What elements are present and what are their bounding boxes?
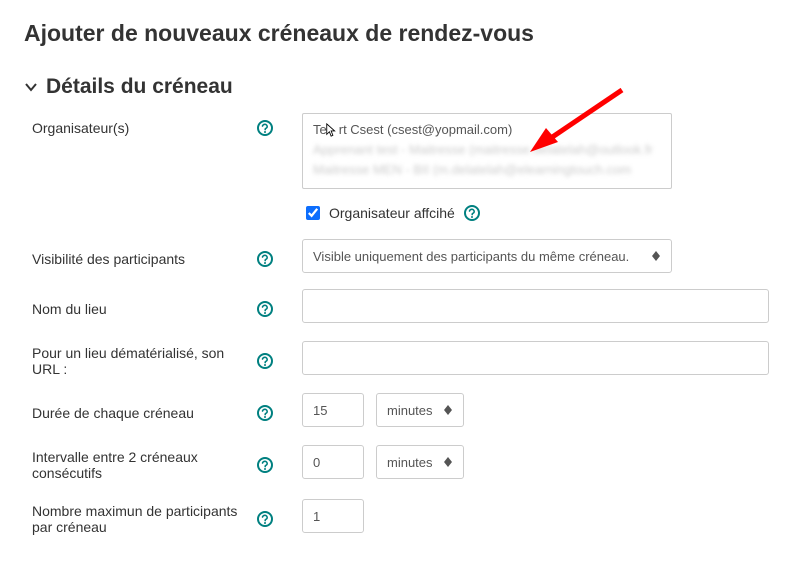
location-name-input[interactable] bbox=[302, 289, 769, 323]
help-icon[interactable] bbox=[256, 250, 274, 268]
organiser-displayed-label: Organisateur affcihé bbox=[329, 205, 455, 221]
visibility-selected: Visible uniquement des participants du m… bbox=[313, 249, 629, 264]
location-url-label: Pour un lieu dématérialisé, son URL : bbox=[32, 345, 252, 377]
visibility-select[interactable]: Visible uniquement des participants du m… bbox=[302, 239, 672, 273]
cursor-icon bbox=[325, 123, 339, 139]
section-title: Détails du créneau bbox=[46, 75, 233, 99]
interval-value-input[interactable] bbox=[302, 445, 364, 479]
organisers-label: Organisateur(s) bbox=[32, 120, 252, 136]
section-toggle[interactable]: Détails du créneau bbox=[24, 75, 779, 99]
max-participants-label: Nombre maximun de participants par créne… bbox=[32, 503, 252, 535]
organiser-0-text: rt Csest (csest@yopmail.com) bbox=[339, 122, 513, 137]
chevron-down-icon bbox=[24, 80, 38, 94]
help-icon[interactable] bbox=[256, 456, 274, 474]
organiser-entry: Tert Csest (csest@yopmail.com) bbox=[313, 120, 661, 140]
organiser-entry: Apprenant test - Maitresse (maitresse.de… bbox=[313, 140, 661, 160]
help-icon[interactable] bbox=[256, 352, 274, 370]
help-icon[interactable] bbox=[256, 119, 274, 137]
sort-arrows-icon bbox=[443, 405, 453, 415]
duration-label: Durée de chaque créneau bbox=[32, 405, 252, 421]
sort-arrows-icon bbox=[443, 457, 453, 467]
organisers-input[interactable]: Tert Csest (csest@yopmail.com) Apprenant… bbox=[302, 113, 672, 189]
interval-unit-select[interactable]: minutes bbox=[376, 445, 464, 479]
help-icon[interactable] bbox=[256, 510, 274, 528]
interval-unit-selected: minutes bbox=[387, 455, 433, 470]
sort-arrows-icon bbox=[651, 251, 661, 261]
organiser-entry: Maitresse MEN - BII (m.delatelah@elearni… bbox=[313, 160, 661, 180]
help-icon[interactable] bbox=[256, 404, 274, 422]
organiser-displayed-checkbox[interactable] bbox=[306, 206, 320, 220]
duration-unit-selected: minutes bbox=[387, 403, 433, 418]
interval-label: Intervalle entre 2 créneaux consécutifs bbox=[32, 449, 252, 481]
max-participants-input[interactable] bbox=[302, 499, 364, 533]
duration-value-input[interactable] bbox=[302, 393, 364, 427]
visibility-label: Visibilité des participants bbox=[32, 251, 252, 267]
location-name-label: Nom du lieu bbox=[32, 301, 252, 317]
location-url-input[interactable] bbox=[302, 341, 769, 375]
page-title: Ajouter de nouveaux créneaux de rendez-v… bbox=[24, 20, 779, 47]
help-icon[interactable] bbox=[463, 204, 481, 222]
help-icon[interactable] bbox=[256, 300, 274, 318]
duration-unit-select[interactable]: minutes bbox=[376, 393, 464, 427]
